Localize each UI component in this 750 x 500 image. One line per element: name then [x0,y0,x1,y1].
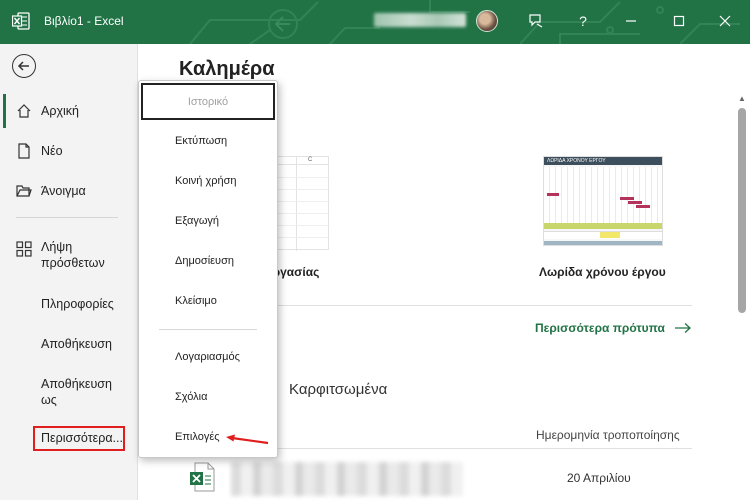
scrollbar-thumb[interactable] [738,108,746,313]
open-folder-icon [16,185,32,197]
new-document-icon [18,143,30,159]
account-name [374,13,466,27]
window-title: Βιβλίο1 - Excel [44,14,124,28]
menu-item-export[interactable]: Εξαγωγή [139,203,277,239]
menu-separator [159,329,257,330]
template-thumbnail-timeline[interactable]: ΛΩΡΙΔΑ ΧΡΟΝΟΥ ΕΡΓΟΥ [543,156,663,246]
excel-logo-icon [12,12,30,30]
date-modified-header[interactable]: Ημερομηνία τροποποίησης [536,428,680,442]
menu-item-print[interactable]: Εκτύπωση [139,123,277,159]
menu-item-close[interactable]: Κλείσιμο [139,283,277,319]
nav-item-home[interactable]: Αρχική [0,94,138,128]
more-templates-link[interactable]: Περισσότερα πρότυπα [535,321,691,335]
more-menu: Ιστορικό Εκτύπωση Κοινή χρήση Εξαγωγή Δη… [138,80,278,458]
pinned-heading: Καρφιτσωμένα [289,381,388,398]
nav-item-info[interactable]: Πληροφορίες [0,296,138,312]
file-date: 20 Απριλίου [567,471,631,485]
template-label-timeline[interactable]: Λωρίδα χρόνου έργου [539,265,666,279]
thumbnail-title: ΛΩΡΙΔΑ ΧΡΟΝΟΥ ΕΡΓΟΥ [544,157,662,165]
menu-item-share[interactable]: Κοινή χρήση [139,163,277,199]
nav-item-get-addins[interactable]: Λήψη πρόσθετων [0,239,138,271]
addins-grid-icon [16,241,32,257]
title-bar: Βιβλίο1 - Excel ? [0,0,750,44]
red-arrow-annotation [226,434,269,445]
maximize-button[interactable] [668,10,690,32]
menu-item-account[interactable]: Λογαριασμός [139,339,277,375]
menu-item-publish[interactable]: Δημοσίευση [139,243,277,279]
vertical-scrollbar[interactable]: ▲ [735,88,749,500]
nav-item-open[interactable]: Άνοιγμα [0,183,138,199]
file-name[interactable] [231,462,463,496]
scroll-up-icon[interactable]: ▲ [738,94,746,103]
avatar[interactable] [476,10,498,32]
list-divider [267,448,692,449]
menu-item-history: Ιστορικό [141,83,275,120]
nav-item-new[interactable]: Νέο [0,143,138,159]
menu-item-feedback[interactable]: Σχόλια [139,379,277,415]
column-header: C [308,157,313,163]
more-highlight-box [33,426,125,451]
home-icon [17,104,31,118]
close-icon [719,15,731,27]
minimize-icon [626,20,636,22]
arrow-right-icon [674,323,691,333]
close-button[interactable] [714,10,736,32]
help-button[interactable]: ? [572,10,594,32]
nav-item-save[interactable]: Αποθήκευση [0,336,138,352]
excel-file-icon [190,462,215,492]
page-title: Καλημέρα [179,58,275,80]
section-divider [267,305,692,306]
feedback-icon[interactable] [525,10,547,32]
nav-item-save-as[interactable]: Αποθήκευση ως [0,376,138,408]
back-arrow-icon [17,61,29,71]
back-button[interactable] [12,54,36,78]
nav-separator [16,217,118,218]
maximize-icon [673,15,685,27]
minimize-button[interactable] [620,10,642,32]
